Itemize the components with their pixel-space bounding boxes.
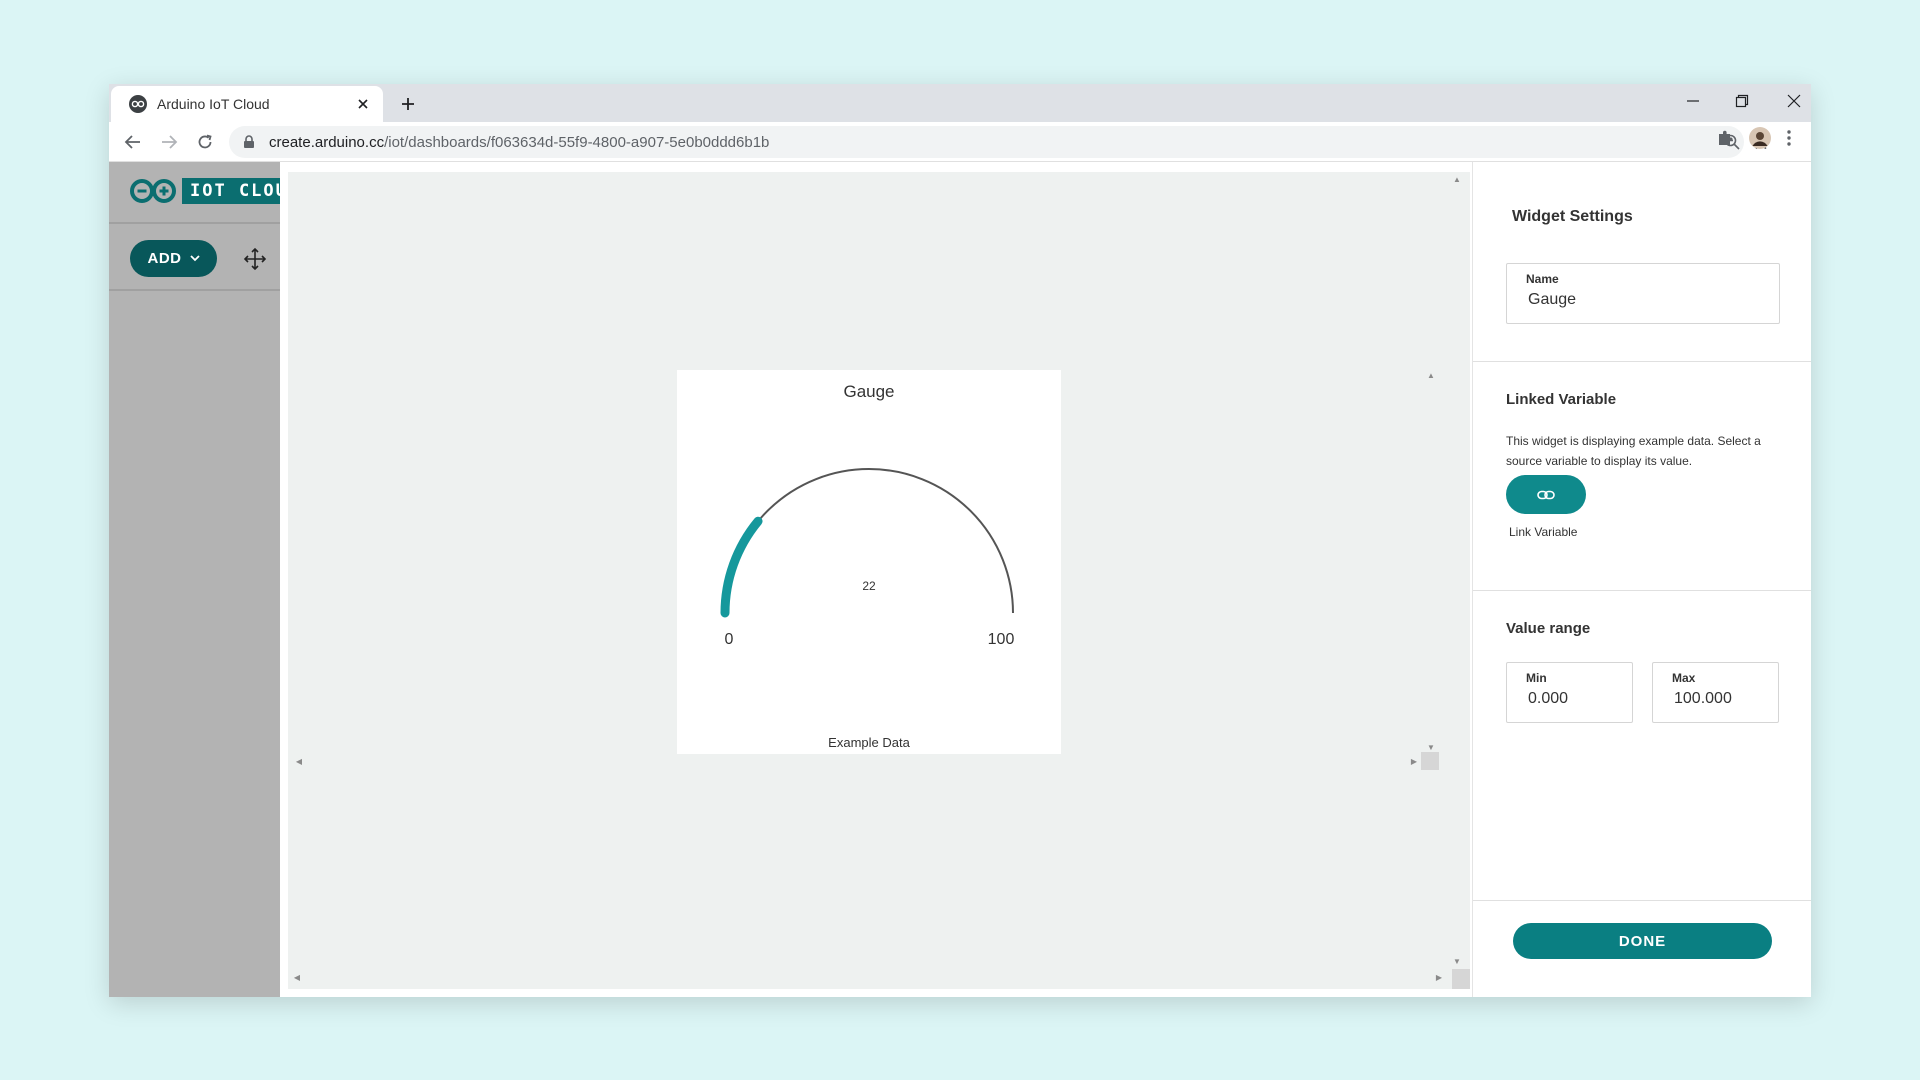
outer-scroll-down-arrow[interactable]: ▼ — [1452, 956, 1462, 966]
browser-tab[interactable]: Arduino IoT Cloud — [111, 86, 383, 122]
gauge-min-label: 0 — [725, 631, 734, 648]
linked-variable-title: Linked Variable — [1506, 391, 1617, 408]
widget-settings-panel: Widget Settings Name Gauge Linked Variab… — [1472, 162, 1811, 997]
scroll-up-arrow[interactable]: ▲ — [1426, 370, 1436, 380]
url-path: /iot/dashboards/f063634d-55f9-4800-a907-… — [384, 133, 770, 151]
add-button-label: ADD — [147, 250, 182, 267]
arrange-move-icon[interactable] — [243, 247, 267, 271]
arduino-infinity-icon — [130, 179, 176, 203]
scroll-left-arrow[interactable]: ◀ — [294, 756, 304, 766]
address-bar[interactable]: create.arduino.cc/iot/dashboards/f063634… — [229, 126, 1769, 158]
logo-text: IOT CLOUD — [182, 178, 280, 204]
url-text: create.arduino.cc/iot/dashboards/f063634… — [269, 134, 769, 151]
gauge-value-text: 22 — [862, 579, 876, 593]
gauge-footer: Example Data — [828, 735, 910, 750]
done-button[interactable]: DONE — [1513, 923, 1772, 959]
link-chain-icon — [1537, 490, 1555, 499]
forward-icon[interactable] — [155, 128, 183, 156]
gauge-max-label: 100 — [988, 631, 1015, 648]
min-field-label: Min — [1526, 671, 1547, 685]
min-field-value: 0.000 — [1528, 690, 1569, 707]
outer-scroll-left-arrow[interactable]: ◀ — [292, 972, 302, 982]
browser-menu-icon[interactable] — [1779, 128, 1799, 148]
settings-title: Widget Settings — [1512, 208, 1633, 225]
outer-scroll-right-arrow[interactable]: ▶ — [1434, 972, 1444, 982]
dashboard-canvas-wrapper: Gauge 22 0 100 Example Data ▲ ▼ ◀ ▶ ▲ ▼ … — [280, 162, 1582, 997]
dashboard-sidebar: IOT CLOUD ADD — [109, 162, 280, 997]
browser-toolbar: create.arduino.cc/iot/dashboards/f063634… — [109, 122, 1811, 162]
link-variable-button[interactable] — [1506, 475, 1586, 514]
section-divider — [1473, 900, 1811, 901]
back-icon[interactable] — [119, 128, 147, 156]
linked-variable-section: Linked Variable This widget is displayin… — [1473, 361, 1811, 590]
extensions-puzzle-icon[interactable] — [1715, 128, 1735, 148]
restore-icon[interactable] — [1716, 84, 1768, 118]
arduino-logo: IOT CLOUD — [130, 178, 280, 204]
max-field-value: 100.000 — [1674, 690, 1732, 707]
dashboard-canvas: Gauge 22 0 100 Example Data ▲ ▼ ◀ ▶ ▲ ▼ … — [288, 172, 1470, 989]
link-variable-label: Link Variable — [1509, 525, 1578, 539]
max-field[interactable]: Max 100.000 — [1652, 662, 1779, 723]
sidebar-tools: ADD — [109, 224, 280, 291]
minimize-icon[interactable] — [1667, 84, 1719, 118]
name-field-label: Name — [1526, 272, 1559, 286]
gauge-value-arc — [720, 516, 763, 618]
linked-variable-help: This widget is displaying example data. … — [1506, 434, 1761, 468]
scroll-corner — [1421, 752, 1439, 770]
scroll-right-arrow[interactable]: ▶ — [1409, 756, 1419, 766]
scroll-down-arrow[interactable]: ▼ — [1426, 742, 1436, 752]
url-host: create.arduino.cc — [269, 133, 385, 151]
name-field-value: Gauge — [1528, 291, 1577, 308]
close-window-icon[interactable] — [1768, 84, 1811, 118]
outer-scroll-corner — [1452, 969, 1470, 989]
value-range-title: Value range — [1506, 620, 1591, 637]
new-tab-icon[interactable] — [395, 91, 421, 117]
profile-avatar[interactable] — [1749, 127, 1771, 149]
tab-strip: Arduino IoT Cloud — [109, 84, 1811, 122]
gauge-chart: 22 0 100 — [720, 468, 1015, 648]
add-widget-button[interactable]: ADD — [130, 240, 217, 277]
gauge-widget[interactable]: Gauge 22 0 100 Example Data — [677, 370, 1061, 754]
reload-icon[interactable] — [191, 128, 219, 156]
sidebar-header: IOT CLOUD — [109, 162, 280, 224]
max-field-label: Max — [1672, 671, 1696, 685]
arduino-favicon-icon — [129, 95, 147, 113]
value-range-section: Value range Min 0.000 Max 100.000 — [1473, 590, 1811, 890]
chevron-down-icon — [189, 255, 200, 262]
close-tab-icon[interactable] — [353, 94, 373, 114]
tab-title: Arduino IoT Cloud — [157, 96, 270, 112]
browser-window: Arduino IoT Cloud create.arduino.cc/iot/… — [109, 84, 1811, 997]
lock-icon — [243, 135, 257, 149]
min-field[interactable]: Min 0.000 — [1506, 662, 1633, 723]
outer-scroll-up-arrow[interactable]: ▲ — [1452, 174, 1462, 184]
name-field[interactable]: Name Gauge — [1506, 263, 1780, 324]
app-area: IOT CLOUD ADD Gauge — [109, 162, 1811, 997]
